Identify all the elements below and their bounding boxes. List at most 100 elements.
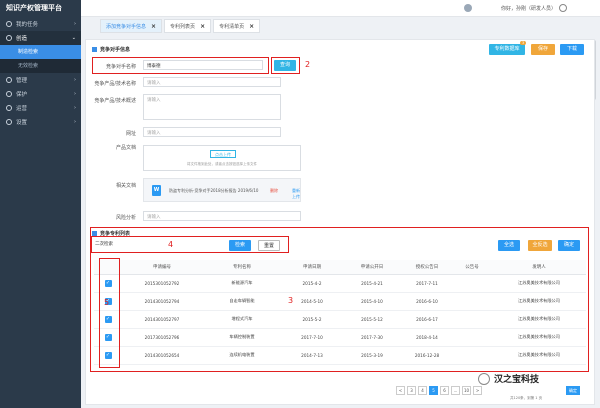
competitor-info-title: 竞争对手信息 — [92, 46, 130, 53]
column-header[interactable]: 专利名称 — [202, 260, 282, 275]
notification-badge: 3 — [520, 41, 527, 45]
tab-bar: 添加竞争对手信息 × 专利列表页 × 专利清单页 × — [100, 19, 262, 33]
sidebar-item-create[interactable]: 创造 ⌄ — [0, 31, 81, 45]
secondary-search-input[interactable]: 二次检索 — [92, 239, 192, 249]
chevron-right-icon: › — [74, 77, 76, 83]
url-input[interactable]: 请输入 — [143, 127, 281, 137]
watermark: 汉之宝科技 — [478, 372, 539, 385]
protect-icon — [6, 91, 12, 97]
page-button[interactable]: < — [396, 386, 405, 395]
chevron-right-icon: › — [74, 91, 76, 97]
annotation-number-5: 5 — [104, 298, 110, 307]
reupload-link[interactable]: 重新上传 — [292, 188, 300, 200]
table-cell: 2016-6-17 — [402, 310, 452, 329]
table-cell: 2015-4-10 — [342, 292, 402, 311]
chevron-down-icon: ⌄ — [71, 35, 76, 41]
sidebar-subitem-invalid-search[interactable]: 无效检索 — [0, 59, 81, 73]
page-button[interactable]: > — [473, 386, 482, 395]
reset-button[interactable]: 重置 — [258, 240, 280, 251]
competitor-name-input[interactable]: 博泰德 — [143, 60, 263, 70]
annotation-number-3: 3 — [288, 296, 294, 305]
table-cell: 2015301052792 — [122, 274, 202, 293]
pagination-go-button[interactable]: 确定 — [566, 386, 580, 395]
table-cell — [452, 310, 492, 329]
pagination: <3 4 5 6... 10 > — [396, 386, 484, 395]
avatar[interactable] — [464, 4, 472, 12]
table-cell: 2014-7-13 — [282, 346, 342, 365]
table-row[interactable]: ✓ 2014301052797 增程式汽车 2015-5-2 2015-5-12 2016… — [94, 310, 586, 329]
close-icon[interactable]: × — [249, 23, 254, 30]
patent-database-button[interactable]: 专利数据库 — [489, 44, 525, 55]
page-button[interactable]: ... — [451, 386, 460, 395]
product-name-label: 竞争产品/技术名称 — [94, 81, 136, 87]
annotation-number-4: 4 — [168, 240, 174, 249]
logout-icon[interactable] — [559, 4, 567, 12]
table-cell: 江苏奥美技术有限公司 — [492, 292, 586, 311]
table-row[interactable]: ✓ 2014301052654 连续机电装置 2014-7-13 2015-3-19 20… — [94, 346, 586, 365]
table-cell: 2015-4-2 — [282, 274, 342, 293]
sidebar-item-label: 保护 — [16, 92, 28, 98]
sidebar-item-tasks[interactable]: 我的任务 › — [0, 17, 81, 31]
sidebar-item-operate[interactable]: 运营 › — [0, 101, 81, 115]
table-cell: 新能源汽车 — [202, 274, 282, 293]
table-cell — [452, 346, 492, 365]
annotation-box-5 — [99, 258, 120, 368]
table-row[interactable]: ✓ 2015301052792 新能源汽车 2015-4-2 2015-4-21 2017… — [94, 274, 586, 293]
table-row[interactable]: ✓ 2017301052796 车辆控制装置 2017-7-10 2017-7-30 20… — [94, 328, 586, 347]
page-button[interactable]: 10 — [462, 386, 471, 395]
table-cell: 2017-7-11 — [402, 274, 452, 293]
tab-patent-list[interactable]: 专利列表页 × — [164, 19, 212, 33]
url-label: 网址 — [125, 131, 136, 137]
create-icon — [6, 35, 12, 41]
chevron-right-icon: › — [74, 119, 76, 125]
delete-file-link[interactable]: 删除 — [270, 188, 278, 194]
table-row[interactable]: ✓ 2014301052794 自走车辆智能 2014-5-10 2015-4-10 20… — [94, 292, 586, 311]
product-name-input[interactable]: 请输入 — [143, 77, 281, 87]
column-header[interactable]: 申请日期 — [282, 260, 342, 275]
confirm-button[interactable]: 确定 — [558, 240, 580, 251]
product-desc-textarea[interactable]: 请输入 — [143, 94, 281, 120]
column-header[interactable]: 公告号 — [452, 260, 492, 275]
risk-label: 风险分析 — [115, 215, 136, 221]
sidebar-item-protect[interactable]: 保护 › — [0, 87, 81, 101]
query-button[interactable]: 查询 — [274, 60, 296, 71]
column-header[interactable]: 申请公开日 — [342, 260, 402, 275]
page-button[interactable]: 3 — [407, 386, 416, 395]
select-all-button[interactable]: 全选 — [498, 240, 520, 251]
manage-icon — [6, 77, 12, 83]
sidebar-item-manage[interactable]: 管理 › — [0, 73, 81, 87]
tab-patent-inventory[interactable]: 专利清单页 × — [213, 19, 261, 33]
column-header[interactable]: 申请编号 — [122, 260, 202, 275]
upload-button[interactable]: 点击上传 — [210, 150, 236, 158]
sidebar-item-settings[interactable]: 设置 › — [0, 115, 81, 129]
chevron-right-icon: › — [74, 21, 76, 27]
close-icon[interactable]: × — [200, 23, 205, 30]
table-cell: 2016-6-10 — [402, 292, 452, 311]
sidebar-subitem-manufacture-search[interactable]: 制造检索 — [0, 45, 81, 59]
sidebar-item-label: 运营 — [16, 106, 28, 112]
search-button[interactable]: 检索 — [229, 240, 251, 251]
table-cell: 2014301052654 — [122, 346, 202, 365]
table-header-row: 申请编号 专利名称 申请日期 申请公开日 授权公告日 公告号 发明人 — [94, 260, 586, 275]
file-name: 防盗专利分析-竞争对手2018分析报告 2019/6/10 — [169, 188, 259, 193]
tab-add-competitor[interactable]: 添加竞争对手信息 × — [100, 19, 163, 33]
deselect-all-button[interactable]: 全反选 — [528, 240, 552, 251]
page-button[interactable]: 5 — [429, 386, 438, 395]
risk-input[interactable]: 请输入 — [143, 211, 301, 221]
section-icon — [92, 47, 97, 52]
column-header[interactable]: 发明人 — [492, 260, 586, 275]
column-header[interactable]: 授权公告日 — [402, 260, 452, 275]
word-file-icon: W — [152, 185, 161, 196]
download-button[interactable]: 下载 — [560, 44, 584, 55]
close-icon[interactable]: × — [151, 23, 156, 30]
save-button[interactable]: 保存 — [531, 44, 555, 55]
table-cell: 2018-4-14 — [402, 328, 452, 347]
page-button[interactable]: 4 — [418, 386, 427, 395]
file-row: W 防盗专利分析-竞争对手2018分析报告 2019/6/10 删除 重新上传 — [143, 178, 301, 202]
upload-area[interactable]: 点击上传 将文件拖到此处，或者点击按钮选择上传文件 — [143, 145, 301, 171]
table-cell: 2015-5-2 — [282, 310, 342, 329]
table-cell: 连续机电装置 — [202, 346, 282, 365]
table-cell — [452, 274, 492, 293]
pagination-info: 共120条，到第 1 页 — [510, 396, 543, 400]
page-button[interactable]: 6 — [440, 386, 449, 395]
